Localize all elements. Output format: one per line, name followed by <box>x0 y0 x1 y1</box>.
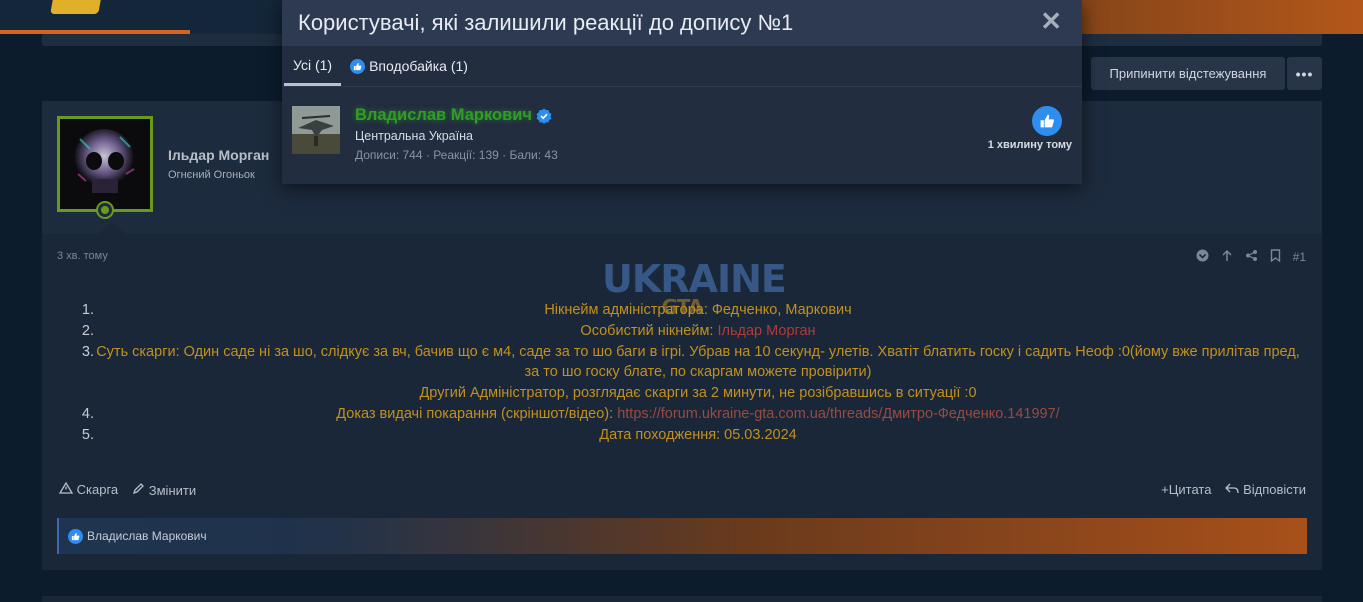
reaction-tabs: Усі (1) Вподобайка (1) <box>282 46 1082 87</box>
list-number: 1. <box>81 302 94 318</box>
online-status-icon <box>96 201 114 219</box>
list-item: Другий Адміністратор, розглядає скарги з… <box>72 383 1302 404</box>
bookmark-icon[interactable] <box>1270 249 1281 265</box>
post-tools: #1 <box>1196 249 1306 265</box>
quote-button[interactable]: +Цитата <box>1161 482 1211 497</box>
quote-label: Цитата <box>1168 482 1212 497</box>
modal-title: Користувачі, які залишили реакції до доп… <box>298 10 794 35</box>
reply-button[interactable]: Відповісти <box>1225 482 1306 497</box>
post-number-link[interactable]: #1 <box>1293 250 1306 264</box>
like-icon <box>68 528 83 544</box>
reactions-modal: Користувачі, які залишили реакції до доп… <box>282 0 1082 184</box>
reply-label: Відповісти <box>1243 482 1306 497</box>
edit-label: Змінити <box>148 483 197 498</box>
list-item: Владислав Маркович Центральна Україна До… <box>282 88 1082 184</box>
list-number: 3. <box>81 343 94 360</box>
evidence-link[interactable]: https://forum.ukraine-gta.com.ua/threads… <box>617 406 1060 422</box>
verified-badge-icon <box>536 108 552 124</box>
avatar[interactable] <box>57 116 153 212</box>
member-name: Владислав Маркович <box>355 106 532 124</box>
list-item: 2. Особистий нікнейм: Ільдар Морган <box>72 321 1302 342</box>
list-item: 4. Доказ видачі покарання (скріншот/віде… <box>72 404 1302 425</box>
reactions-bar[interactable]: Владислав Маркович <box>57 518 1307 554</box>
evidence-label: Доказ видачі покарання (скріншот/відео): <box>336 405 618 422</box>
tab-like[interactable]: Вподобайка (1) <box>341 46 477 86</box>
report-label: Скарга <box>76 482 119 497</box>
list-number: 4. <box>81 405 94 422</box>
pencil-icon <box>133 483 145 495</box>
nickname-label: Особистий нікнейм: <box>580 322 718 339</box>
post-author-name[interactable]: Ільдар Морган <box>168 147 269 163</box>
share-icon[interactable] <box>1245 249 1258 265</box>
nickname-value: Ільдар Морган <box>717 322 816 339</box>
like-icon <box>350 58 366 74</box>
warning-icon <box>58 481 74 494</box>
post-actions-left: Скарга Змінити <box>58 481 196 498</box>
list-item-text: Другий Адміністратор, розглядає скарги з… <box>419 385 977 402</box>
list-number: 5. <box>81 426 94 443</box>
tab-all-label: Усі (1) <box>293 56 333 73</box>
post-author-title: Огнєний Огоньок <box>168 169 255 181</box>
member-name-link[interactable]: Владислав Маркович <box>355 106 552 125</box>
next-post-edge <box>42 596 1322 602</box>
unwatch-button[interactable]: Припинити відстежування <box>1091 57 1285 90</box>
post-timestamp[interactable]: 3 хв. тому <box>57 250 108 262</box>
member-title: Центральна Україна <box>355 129 473 143</box>
tab-like-label: Вподобайка (1) <box>369 58 468 74</box>
tab-all[interactable]: Усі (1) <box>284 46 342 86</box>
list-item: 5. Дата походження: 05.03.2024 <box>72 425 1302 446</box>
post-actions-right: +Цитата Відповісти <box>1161 482 1306 497</box>
site-logo[interactable] <box>50 0 102 14</box>
user-block-pointer <box>98 222 126 234</box>
modal-header: Користувачі, які залишили реакції до доп… <box>282 0 1082 46</box>
more-options-button[interactable]: ••• <box>1287 57 1322 90</box>
list-item: 1. Нікнейм адміністратора: Федченко, Мар… <box>72 300 1302 321</box>
like-icon <box>1032 106 1062 136</box>
list-number <box>72 383 94 404</box>
list-item-text: Особистий нікнейм: Ільдар Морган <box>94 321 1302 342</box>
edit-button[interactable]: Змінити <box>132 482 196 498</box>
list-item-text: Суть скарги: Один саде ні за шо, слідкує… <box>96 343 1300 381</box>
post-content: 1. Нікнейм адміністратора: Федченко, Мар… <box>72 300 1302 446</box>
plus-icon: + <box>1161 482 1169 497</box>
list-item-text: Дата походження: 05.03.2024 <box>599 426 797 443</box>
list-item-text: Нікнейм адміністратора: Федченко, Марков… <box>544 302 852 318</box>
reaction-time[interactable]: 1 хвилину тому <box>988 139 1072 151</box>
close-icon[interactable]: ✕ <box>1040 6 1062 37</box>
list-item: 3. Суть скарги: Один саде ні за шо, слід… <box>72 342 1302 384</box>
avatar[interactable] <box>292 106 340 154</box>
member-stats: Дописи: 744 · Реакції: 139 · Бали: 43 <box>355 148 558 162</box>
reply-icon <box>1225 483 1240 494</box>
list-number: 2. <box>81 322 94 339</box>
reaction-check-icon[interactable] <box>1196 249 1209 265</box>
arrow-up-icon[interactable] <box>1221 249 1233 265</box>
list-item-text: Доказ видачі покарання (скріншот/відео):… <box>94 404 1302 425</box>
reaction-user-link[interactable]: Владислав Маркович <box>87 529 207 543</box>
report-button[interactable]: Скарга <box>58 481 119 498</box>
